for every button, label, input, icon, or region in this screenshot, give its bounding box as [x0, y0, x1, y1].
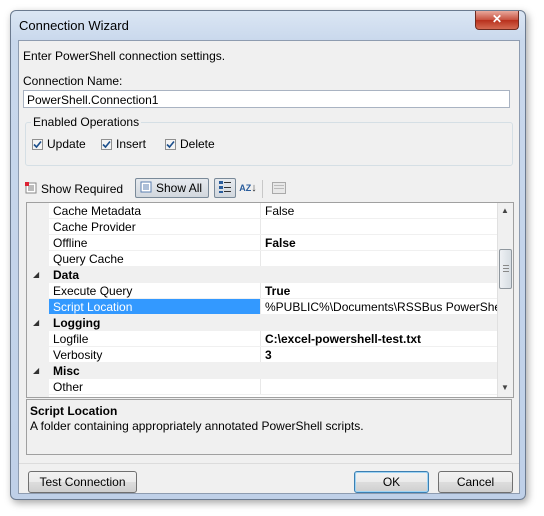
- column-divider[interactable]: [260, 347, 261, 363]
- alphabetical-sort-button[interactable]: AZ ↓: [238, 178, 258, 198]
- window-title: Connection Wizard: [19, 18, 129, 33]
- title-bar[interactable]: Connection Wizard ✕: [11, 11, 525, 39]
- show-required-button[interactable]: Show Required: [25, 179, 123, 199]
- dialog-client-area: Enter PowerShell connection settings. Co…: [18, 40, 520, 494]
- column-divider[interactable]: [260, 219, 261, 235]
- checkmark-icon: [165, 138, 176, 150]
- connection-name-label: Connection Name:: [23, 74, 123, 88]
- cancel-button[interactable]: Cancel: [438, 471, 513, 493]
- enabled-operations-group: Enabled Operations Update Insert Delete: [25, 115, 513, 166]
- category-name: Data: [53, 268, 80, 282]
- test-connection-button[interactable]: Test Connection: [28, 471, 137, 493]
- column-divider[interactable]: [260, 283, 261, 299]
- close-button[interactable]: ✕: [475, 11, 519, 30]
- sort-arrow-icon: ↓: [251, 182, 257, 194]
- property-row[interactable]: Cache Provider: [27, 219, 497, 235]
- property-name: Other: [53, 380, 84, 394]
- checkmark-icon: [32, 138, 43, 150]
- insert-label: Insert: [116, 137, 147, 151]
- scroll-up-icon[interactable]: ▲: [501, 206, 509, 215]
- collapse-icon[interactable]: ◢: [33, 318, 39, 327]
- property-value[interactable]: [262, 379, 500, 395]
- column-divider[interactable]: [260, 235, 261, 251]
- toolbar-separator: [262, 180, 263, 198]
- property-value[interactable]: %PUBLIC%\Documents\RSSBus PowerShell Scr…: [262, 299, 500, 315]
- property-name: Query Cache: [53, 252, 124, 266]
- show-all-label: Show All: [156, 181, 203, 195]
- property-row[interactable]: Other: [27, 379, 497, 395]
- category-row[interactable]: ◢ Logging: [27, 315, 497, 331]
- property-pages-button[interactable]: [269, 179, 289, 199]
- sort-az-icon: AZ: [239, 183, 252, 193]
- update-checkbox[interactable]: Update: [32, 137, 86, 151]
- column-divider[interactable]: [260, 203, 261, 219]
- all-list-icon: [140, 181, 152, 196]
- property-name: Execute Query: [53, 284, 133, 298]
- property-name: Offline: [53, 236, 88, 250]
- scroll-down-icon[interactable]: ▼: [501, 383, 509, 392]
- property-row[interactable]: Execute Query True: [27, 283, 497, 299]
- property-row[interactable]: Verbosity 3: [27, 347, 497, 363]
- category-name: Logging: [53, 316, 101, 330]
- collapse-icon[interactable]: ◢: [33, 270, 39, 279]
- property-row[interactable]: Script Location %PUBLIC%\Documents\RSSBus…: [27, 299, 500, 315]
- category-row[interactable]: ◢ Misc: [27, 363, 497, 379]
- checkmark-icon: [101, 138, 112, 150]
- property-name: Logfile: [53, 332, 89, 346]
- footer-divider: [19, 463, 519, 464]
- enabled-operations-legend: Enabled Operations: [31, 115, 142, 129]
- property-grid[interactable]: Cache Metadata False Cache Provider Offline…: [26, 202, 514, 398]
- description-text: A folder containing appropriately annota…: [30, 419, 364, 433]
- property-value[interactable]: False: [262, 203, 500, 219]
- property-row[interactable]: Logfile C:\excel-powershell-test.txt: [27, 331, 497, 347]
- delete-checkbox[interactable]: Delete: [165, 137, 215, 151]
- property-row[interactable]: Cache Metadata False: [27, 203, 497, 219]
- row-divider: [49, 394, 497, 395]
- property-pages-icon: [272, 181, 286, 197]
- connection-name-input[interactable]: PowerShell.Connection1: [23, 90, 510, 108]
- category-name: Misc: [53, 364, 80, 378]
- close-icon: ✕: [491, 12, 503, 26]
- property-row[interactable]: Query Cache: [27, 251, 497, 267]
- column-divider[interactable]: [260, 251, 261, 267]
- column-divider[interactable]: [260, 299, 261, 315]
- property-name: Cache Provider: [53, 220, 136, 234]
- property-name: Script Location: [49, 299, 261, 315]
- property-name: Cache Metadata: [53, 204, 142, 218]
- categorized-icon: [218, 180, 232, 197]
- property-value[interactable]: [262, 251, 500, 267]
- property-value[interactable]: C:\excel-powershell-test.txt: [262, 331, 500, 347]
- required-list-icon: [25, 181, 37, 197]
- description-panel: Script Location A folder containing appr…: [26, 399, 512, 455]
- sort-az-label: AZ: [239, 183, 252, 193]
- property-value[interactable]: 3: [262, 347, 500, 363]
- property-name: Verbosity: [53, 348, 103, 362]
- description-title: Script Location: [30, 404, 118, 418]
- show-all-button[interactable]: Show All: [135, 178, 209, 198]
- scroll-thumb[interactable]: [499, 249, 512, 289]
- ok-button[interactable]: OK: [354, 471, 429, 493]
- intro-text: Enter PowerShell connection settings.: [23, 49, 226, 63]
- category-row[interactable]: ◢ Data: [27, 267, 497, 283]
- insert-checkbox[interactable]: Insert: [101, 137, 146, 151]
- property-value[interactable]: False: [262, 235, 500, 251]
- property-value[interactable]: True: [262, 283, 500, 299]
- categorized-view-button[interactable]: [214, 178, 236, 198]
- show-required-label: Show Required: [41, 182, 124, 196]
- property-value[interactable]: [262, 219, 500, 235]
- property-row[interactable]: Offline False: [27, 235, 497, 251]
- delete-label: Delete: [180, 137, 215, 151]
- connection-wizard-window: Connection Wizard ✕ Enter PowerShell con…: [10, 10, 526, 500]
- grid-scrollbar[interactable]: ▲ ▼: [497, 203, 513, 397]
- collapse-icon[interactable]: ◢: [33, 366, 39, 375]
- column-divider[interactable]: [260, 331, 261, 347]
- column-divider[interactable]: [260, 379, 261, 395]
- update-label: Update: [47, 137, 86, 151]
